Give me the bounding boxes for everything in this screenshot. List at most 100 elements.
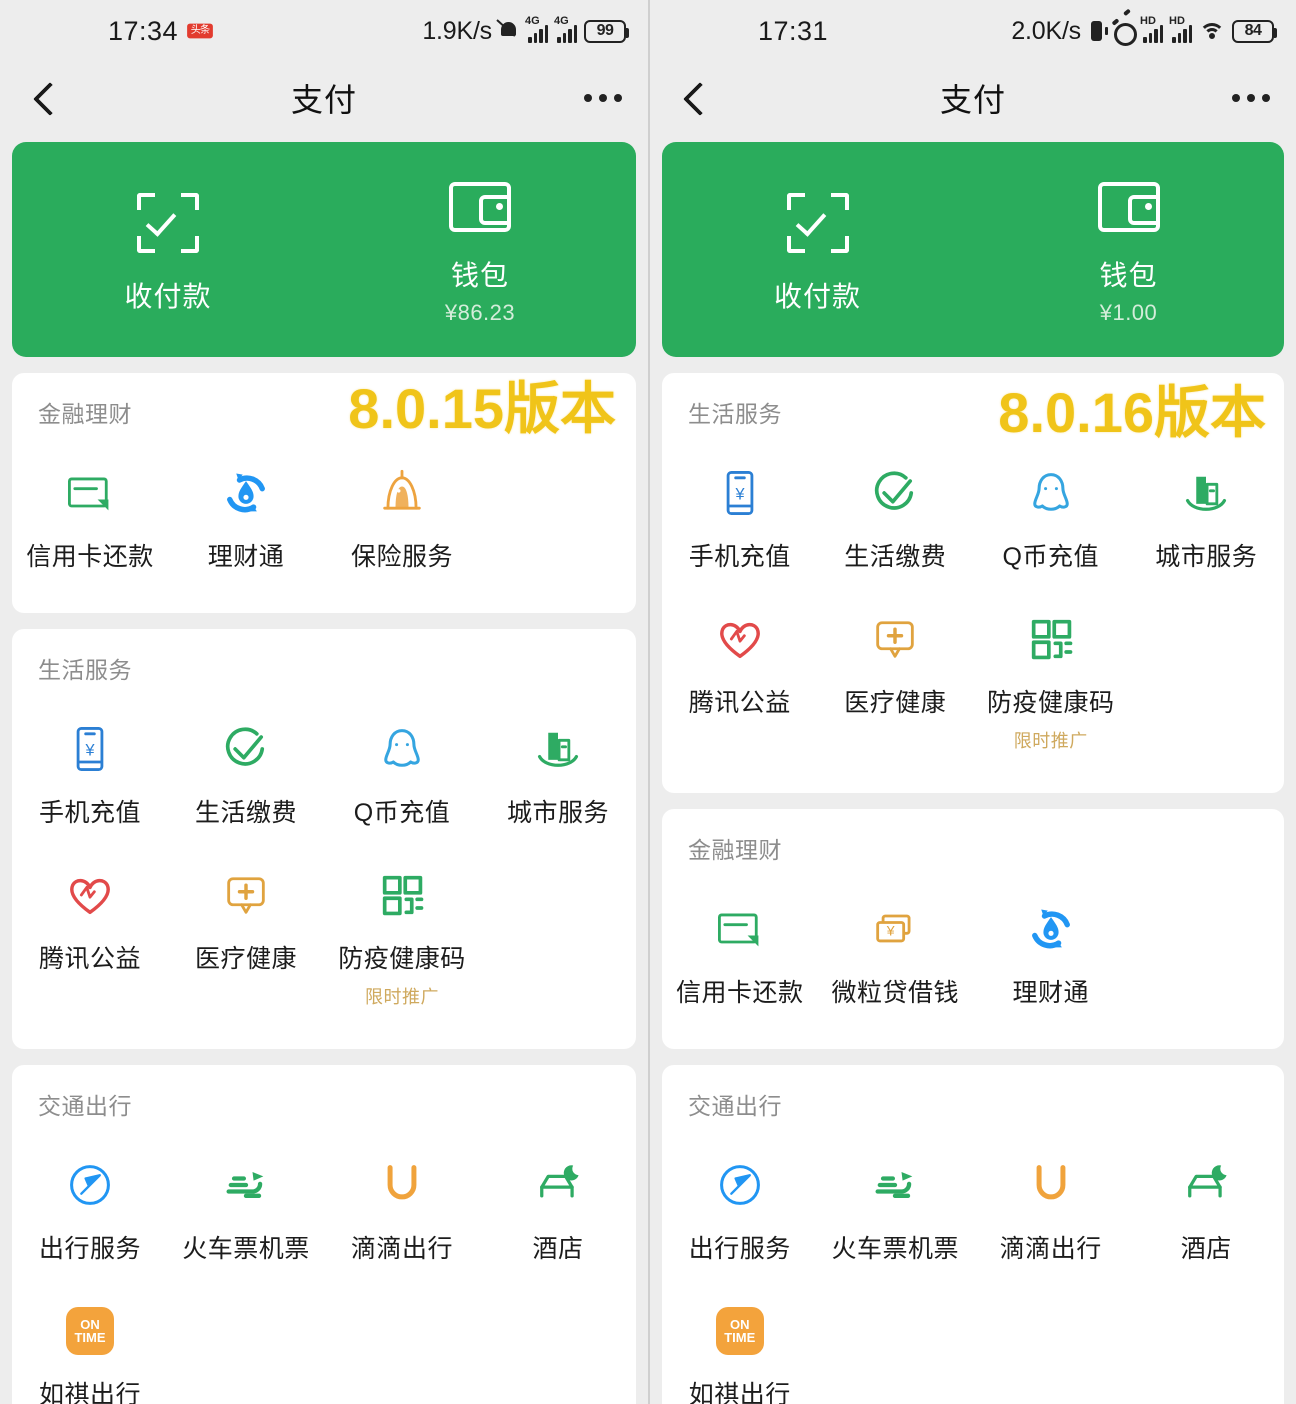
service-item[interactable]: 医疗健康 [818,589,974,769]
service-item-label: 医疗健康 [194,945,297,973]
service-item[interactable]: 出行服务 [12,1135,168,1281]
service-item[interactable]: 生活缴费 [818,443,974,589]
service-item[interactable]: ONTIME如祺出行限时推广 [12,1281,168,1404]
service-item-label: 生活缴费 [194,799,297,827]
service-item-label: 腾讯公益 [688,689,791,717]
right-phone-screen: 17:31 2.0K/s HD HD 84 支付 收付款 钱包 ¥1.00 生活… [648,0,1296,1404]
service-item[interactable]: ON TIME 如祺出行 [662,1281,818,1404]
utility-bill-icon [869,465,921,521]
service-item[interactable]: 理财通 [168,443,324,589]
section-card: 交通出行出行服务 火车票机票 滴滴出行 酒店 ON TIME 如祺出行 [662,1065,1284,1404]
service-grid: 出行服务 火车票机票 滴滴出行 酒店 ON TIME 如祺出行 [662,1135,1284,1404]
service-item[interactable]: 滴滴出行 [324,1135,480,1281]
service-item[interactable]: 医疗健康 [168,845,324,1025]
service-item[interactable]: 酒店 [480,1135,636,1281]
section-card: 交通出行出行服务 火车票机票 滴滴出行酒店 ONTIME如祺出行限时推广 [12,1065,636,1404]
charity-heart-icon [714,611,766,667]
service-item[interactable]: 腾讯公益 [662,589,818,769]
service-item[interactable]: 保险服务 [324,443,480,589]
insurance-penguin-icon [376,465,428,521]
phone-topup-icon: ¥ [64,721,116,777]
service-item[interactable]: 城市服务 [1129,443,1285,589]
svg-text:¥: ¥ [734,486,745,504]
network-speed: 2.0K/s [1011,16,1081,45]
service-item-label: 腾讯公益 [38,945,141,973]
ontime-icon: ON TIME [715,1303,764,1359]
section-title: 交通出行 [688,1093,782,1119]
receive-pay-button[interactable]: 收付款 [662,142,973,357]
service-item[interactable]: 城市服务 [480,699,636,845]
service-grid: 出行服务 火车票机票 滴滴出行酒店 ONTIME如祺出行限时推广 [12,1135,636,1404]
service-item-label: 手机充值 [38,799,141,827]
train-plane-icon [220,1157,272,1213]
signal-bars-icon-2: 4G [554,15,577,43]
right-sections-container: 生活服务 8.0.16版本 ¥ 手机充值 生活缴费 Q币充值 城市服务 腾讯公益 医疗健康 防疫健… [650,373,1296,1404]
left-sections-container: 金融理财 8.0.15版本 信用卡还款 理财通 保险服务 生活服务 ¥ 手机充值 生活缴费 Q币充… [0,373,648,1404]
network-type-label-1: 4G [525,15,540,27]
service-item-label: 防疫健康码 [986,689,1115,717]
service-item[interactable]: 生活缴费 [168,699,324,845]
more-options-button[interactable] [584,94,622,102]
network-speed: 1.9K/s [422,16,492,45]
service-item[interactable]: 理财通 [973,879,1129,1025]
service-item-label: 保险服务 [350,543,453,571]
service-item-label: 如祺出行 [688,1381,791,1404]
service-item[interactable]: 火车票机票 [818,1135,974,1281]
service-item-label: 城市服务 [1155,543,1258,571]
service-item-label: 滴滴出行 [350,1235,453,1263]
medical-health-icon [220,867,272,923]
service-item[interactable]: 滴滴出行 [973,1135,1129,1281]
navigation-icon [714,1157,766,1213]
wallet-label: 钱包 [450,259,509,291]
network-type-label-2: 4G [554,15,569,27]
service-item[interactable]: 防疫健康码 限时推广 [973,589,1129,769]
service-item-label: 酒店 [1180,1235,1232,1263]
receive-pay-label: 收付款 [124,280,212,312]
service-item[interactable]: 信用卡还款 [662,879,818,1025]
wallet-button[interactable]: 钱包 ¥1.00 [973,142,1284,357]
charity-heart-icon [64,867,116,923]
nav-bar: 支付 [0,62,648,134]
status-time: 17:34 [108,15,179,46]
didi-icon [1025,1157,1077,1213]
service-item[interactable]: 防疫健康码 限时推广 [324,845,480,1025]
more-options-button[interactable] [1232,94,1270,102]
wallet-label: 钱包 [1099,259,1158,291]
alarm-clock-icon [1112,20,1137,46]
service-grid: 信用卡还款 理财通 保险服务 [12,443,636,589]
status-bar: 17:31 2.0K/s HD HD 84 [650,0,1296,62]
wallet-icon [1097,181,1160,232]
train-plane-icon [869,1157,921,1213]
navigation-icon [64,1157,116,1213]
service-item[interactable]: ¥ 微粒贷借钱 [818,879,974,1025]
scan-code-icon [137,192,199,253]
health-qr-code-icon [1025,611,1077,667]
wifi-icon [1199,21,1225,41]
service-item[interactable]: 酒店 [1129,1135,1285,1281]
service-item-label: 生活缴费 [844,543,947,571]
service-item[interactable]: 出行服务 [662,1135,818,1281]
service-item[interactable]: Q币充值 [324,699,480,845]
signal-bars-icon-1: 4G [525,15,548,43]
scan-code-icon [786,192,849,253]
nav-bar: 支付 [650,62,1296,134]
service-item[interactable]: 火车票机票 [168,1135,324,1281]
wallet-button[interactable]: 钱包 ¥86.23 [324,142,636,357]
service-item[interactable]: 腾讯公益 [12,845,168,1025]
wealth-circle-icon [1025,901,1077,957]
phone-topup-icon: ¥ [714,465,766,521]
wallet-balance: ¥86.23 [444,299,516,325]
service-item[interactable]: Q币充值 [973,443,1129,589]
service-item[interactable]: 信用卡还款 [12,443,168,589]
service-item[interactable]: ¥ 手机充值 [662,443,818,589]
signal-bars-icon-1: HD [1140,16,1163,43]
service-item-label: 火车票机票 [182,1235,310,1263]
section-title: 交通出行 [38,1093,132,1119]
vibrate-icon [1088,20,1108,42]
service-item[interactable]: ¥ 手机充值 [12,699,168,845]
utility-bill-icon [220,721,272,777]
service-item-label: 火车票机票 [831,1235,959,1263]
receive-pay-button[interactable]: 收付款 [12,142,324,357]
service-item-label: 出行服务 [38,1235,141,1263]
status-time: 17:31 [758,15,829,46]
